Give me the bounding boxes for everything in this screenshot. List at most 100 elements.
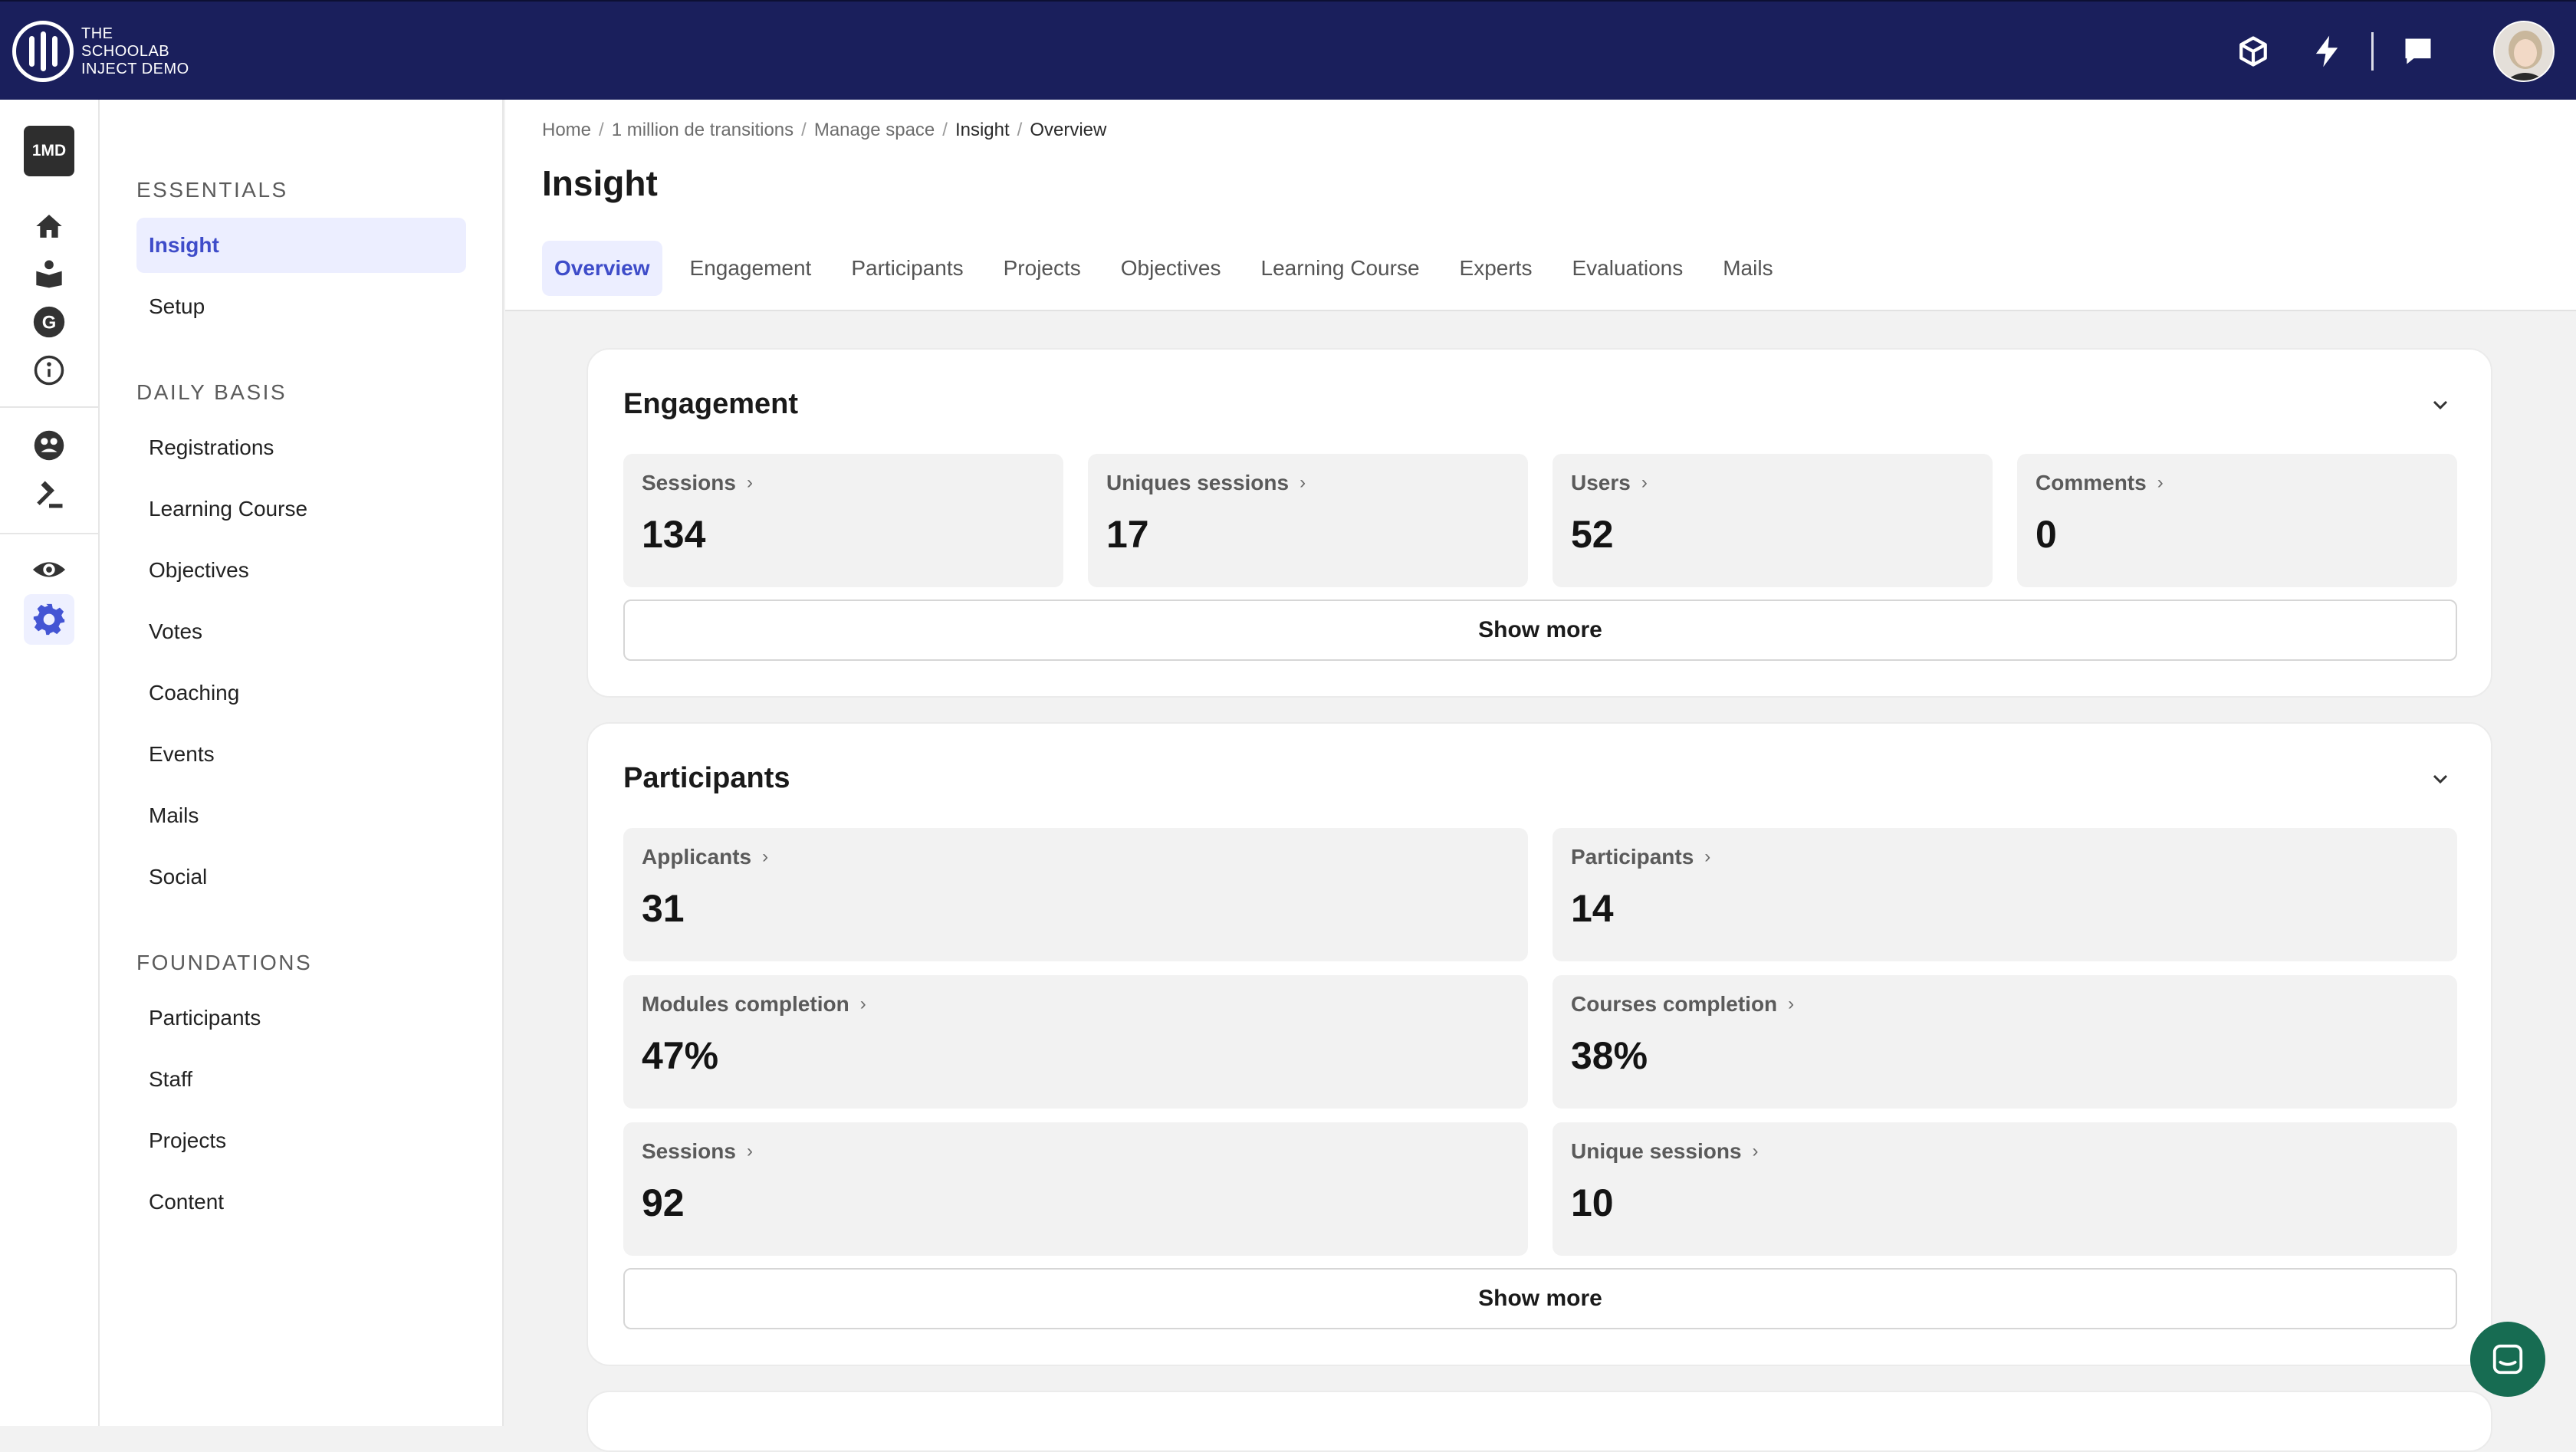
- engagement-show-more-button[interactable]: Show more: [623, 600, 2457, 661]
- stat-modules-completion[interactable]: Modules completion › 47%: [623, 975, 1528, 1109]
- breadcrumb-separator: /: [1017, 120, 1023, 140]
- sidebar-item-participants[interactable]: Participants: [136, 990, 466, 1046]
- sidebar-item-coaching[interactable]: Coaching: [136, 665, 466, 721]
- stat-label-text: Participants: [1571, 845, 1694, 869]
- cube-icon[interactable]: [2233, 31, 2273, 71]
- sidebar-item-content[interactable]: Content: [136, 1174, 466, 1230]
- stat-users[interactable]: Users › 52: [1552, 454, 1993, 587]
- breadcrumb-home[interactable]: Home: [542, 120, 591, 141]
- stat-label: Applicants ›: [642, 845, 768, 869]
- gavel-icon[interactable]: [30, 475, 68, 514]
- stat-comments[interactable]: Comments › 0: [2017, 454, 2457, 587]
- sidebar-section-essentials: ESSENTIALS: [136, 178, 288, 202]
- stat-unique-sessions[interactable]: Unique sessions › 10: [1552, 1122, 2457, 1256]
- stat-value: 10: [1571, 1181, 1614, 1224]
- stat-value: 17: [1106, 513, 1149, 556]
- engagement-card: Engagement Sessions › 134 Uniques session…: [586, 348, 2492, 698]
- tab-overview[interactable]: Overview: [542, 241, 662, 296]
- sidebar-item-staff[interactable]: Staff: [136, 1052, 466, 1107]
- stat-label: Comments ›: [2036, 471, 2164, 495]
- tab-bar: Overview Engagement Participants Project…: [542, 241, 1786, 296]
- sidebar-section-daily-basis: DAILY BASIS: [136, 380, 288, 404]
- stat-label: Participants ›: [1571, 845, 1710, 869]
- breadcrumb-insight[interactable]: Insight: [955, 120, 1010, 141]
- tab-evaluations[interactable]: Evaluations: [1559, 241, 1695, 296]
- sidebar-item-projects[interactable]: Projects: [136, 1113, 466, 1168]
- tab-learning-course[interactable]: Learning Course: [1249, 241, 1432, 296]
- chevron-right-icon: ›: [762, 846, 769, 867]
- chevron-right-icon: ›: [1641, 472, 1648, 493]
- stat-label: Users ›: [1571, 471, 1648, 495]
- tab-engagement[interactable]: Engagement: [678, 241, 824, 296]
- sidebar-item-votes[interactable]: Votes: [136, 604, 466, 659]
- lightning-icon[interactable]: [2307, 31, 2347, 71]
- chevron-right-icon: ›: [1788, 994, 1795, 1014]
- svg-text:G: G: [42, 312, 57, 333]
- chevron-right-icon: ›: [746, 1141, 753, 1161]
- learning-icon[interactable]: [30, 255, 68, 293]
- g-circle-icon[interactable]: G: [30, 303, 68, 341]
- eye-icon[interactable]: [30, 550, 68, 589]
- chevron-right-icon: ›: [1704, 846, 1711, 867]
- sidebar-item-registrations[interactable]: Registrations: [136, 420, 466, 475]
- community-icon[interactable]: [30, 426, 68, 465]
- stat-courses-completion[interactable]: Courses completion › 38%: [1552, 975, 2457, 1109]
- participants-title: Participants: [623, 762, 790, 794]
- stat-participants[interactable]: Participants › 14: [1552, 828, 2457, 961]
- breadcrumb-manage-space[interactable]: Manage space: [814, 120, 935, 141]
- stat-label-text: Sessions: [642, 1139, 736, 1163]
- chevron-down-icon[interactable]: [2428, 393, 2453, 417]
- tab-experts[interactable]: Experts: [1447, 241, 1545, 296]
- stat-label: Modules completion ›: [642, 992, 866, 1017]
- breadcrumb-overview: Overview: [1030, 120, 1107, 140]
- engagement-title: Engagement: [623, 388, 799, 420]
- sidebar-item-learning-course[interactable]: Learning Course: [136, 481, 466, 537]
- sidebar-item-events[interactable]: Events: [136, 727, 466, 782]
- stat-label: Sessions ›: [642, 471, 753, 495]
- info-icon[interactable]: [30, 351, 68, 389]
- tab-objectives[interactable]: Objectives: [1109, 241, 1234, 296]
- settings-gear-icon[interactable]: [30, 600, 68, 639]
- brand-line-3: INJECT DEMO: [81, 60, 189, 77]
- stat-uniques-sessions[interactable]: Uniques sessions › 17: [1088, 454, 1528, 587]
- sidebar-item-setup[interactable]: Setup: [136, 279, 466, 334]
- stat-sessions[interactable]: Sessions › 92: [623, 1122, 1528, 1256]
- chat-icon[interactable]: [2398, 31, 2438, 71]
- tab-mails[interactable]: Mails: [1710, 241, 1785, 296]
- chevron-right-icon: ›: [1752, 1141, 1759, 1161]
- tab-projects[interactable]: Projects: [991, 241, 1093, 296]
- rail-divider: [0, 533, 100, 534]
- brand[interactable]: THE SCHOOLAB INJECT DEMO: [12, 20, 219, 83]
- tab-participants[interactable]: Participants: [839, 241, 975, 296]
- breadcrumb-space[interactable]: 1 million de transitions: [612, 120, 794, 141]
- stat-value: 31: [642, 887, 685, 930]
- space-badge[interactable]: 1MD: [24, 126, 74, 176]
- stat-label-text: Unique sessions: [1571, 1139, 1742, 1163]
- icon-rail: 1MD G: [0, 100, 100, 1426]
- stat-label: Sessions ›: [642, 1139, 753, 1164]
- home-icon[interactable]: [30, 207, 68, 245]
- chat-icon: [2492, 1344, 2523, 1375]
- sidebar-item-mails[interactable]: Mails: [136, 788, 466, 843]
- next-section-card: [586, 1391, 2492, 1452]
- sidebar-item-social[interactable]: Social: [136, 849, 466, 905]
- stat-sessions[interactable]: Sessions › 134: [623, 454, 1063, 587]
- breadcrumb: Home / 1 million de transitions / Manage…: [542, 120, 1106, 141]
- chevron-down-icon[interactable]: [2428, 767, 2453, 791]
- user-avatar[interactable]: [2493, 21, 2555, 82]
- stat-applicants[interactable]: Applicants › 31: [623, 828, 1528, 961]
- participants-show-more-button[interactable]: Show more: [623, 1268, 2457, 1329]
- stat-value: 0: [2036, 513, 2057, 556]
- sidebar-item-objectives[interactable]: Objectives: [136, 543, 466, 598]
- stat-value: 52: [1571, 513, 1614, 556]
- top-bar: THE SCHOOLAB INJECT DEMO: [0, 0, 2576, 100]
- support-chat-button[interactable]: [2470, 1322, 2545, 1397]
- stat-value: 38%: [1571, 1034, 1648, 1077]
- participants-card: Participants Applicants › 31 Participants…: [586, 722, 2492, 1366]
- stat-label: Uniques sessions ›: [1106, 471, 1306, 495]
- schoolab-logo-icon: [12, 21, 74, 82]
- sidebar-item-insight[interactable]: Insight: [136, 218, 466, 273]
- chevron-right-icon: ›: [2157, 472, 2164, 493]
- chevron-right-icon: ›: [859, 994, 866, 1014]
- breadcrumb-separator: /: [801, 120, 807, 140]
